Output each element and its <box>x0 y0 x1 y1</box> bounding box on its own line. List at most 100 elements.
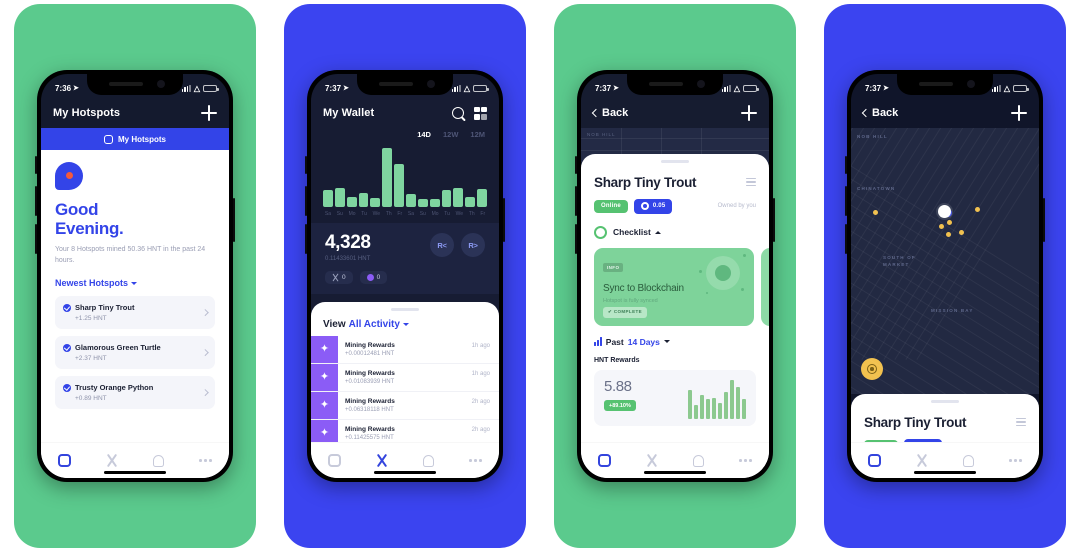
activity-time: 1h ago <box>471 370 490 377</box>
chart-bar[interactable] <box>382 147 393 207</box>
decorative-dot <box>699 269 702 273</box>
receive-button[interactable]: R< <box>430 233 454 257</box>
chart-x-label: Fr <box>480 211 486 217</box>
tab-notifications[interactable] <box>682 450 716 472</box>
tab-more[interactable] <box>999 450 1033 472</box>
list-item[interactable]: Sharp Tiny Trout +1.25 HNT <box>55 296 215 330</box>
chevron-down-icon <box>402 322 409 326</box>
add-hotspot-button[interactable] <box>201 105 217 121</box>
activity-filter[interactable]: View All Activity <box>311 311 499 336</box>
wifi-icon: △ <box>733 83 740 93</box>
chip-value: 0 <box>376 274 381 281</box>
balance-amount: 4,328 <box>325 232 371 253</box>
chip-hnt[interactable]: 0 <box>325 271 353 284</box>
menu-icon[interactable] <box>1016 418 1026 426</box>
chevron-left-icon <box>861 108 871 118</box>
segment-my-hotspots[interactable]: My Hotspots <box>41 128 229 150</box>
activity-amount: +0.00012481 HNT <box>345 350 395 357</box>
send-button[interactable]: R> <box>461 233 485 257</box>
list-item[interactable]: Glamorous Green Turtle +2.37 HNT <box>55 336 215 370</box>
tab-hotspots[interactable] <box>48 450 82 472</box>
chart-bars <box>323 145 488 207</box>
helium-x-icon <box>915 454 928 467</box>
search-icon[interactable] <box>452 107 464 119</box>
tab-wallet[interactable] <box>95 450 129 472</box>
chart-bar[interactable] <box>441 189 452 207</box>
chevron-left-icon <box>591 108 601 118</box>
verified-icon <box>63 303 71 312</box>
menu-icon[interactable] <box>746 178 756 186</box>
cellular-icon <box>991 84 1001 92</box>
back-button[interactable]: Back <box>591 107 628 119</box>
chart-bar <box>718 403 722 419</box>
chart-x-label: We <box>455 211 464 217</box>
tab-hotspots[interactable] <box>588 450 622 472</box>
range-selector[interactable]: 14D 12W 12M <box>311 128 499 139</box>
tab-wallet[interactable] <box>365 450 399 472</box>
chart-x-label: Su <box>336 211 343 217</box>
tab-notifications[interactable] <box>412 450 446 472</box>
chart-bar[interactable] <box>323 189 333 207</box>
home-indicator <box>104 471 166 474</box>
phone-frame-1: 7:36 ➤ △ My Hotspots My Hotspots Good Ev… <box>35 70 235 482</box>
chart-bar[interactable] <box>346 197 357 207</box>
wifi-icon: △ <box>463 83 470 93</box>
rewards-card[interactable]: 5.88 +89.10% <box>594 369 756 426</box>
past-range-selector[interactable]: Past 14 Days <box>594 337 756 347</box>
decorative-dot <box>706 291 708 294</box>
chart-bar[interactable] <box>334 187 345 207</box>
list-item[interactable]: ✦ Mining Rewards +0.01083939 HNT 1h ago <box>311 363 499 392</box>
tab-wallet[interactable] <box>635 450 669 472</box>
chip-dc[interactable]: 0 <box>359 271 388 284</box>
chart-bar[interactable] <box>406 193 416 207</box>
tab-more[interactable] <box>189 450 223 472</box>
segment-label: My Hotspots <box>118 134 166 144</box>
checklist-card-next[interactable] <box>761 247 769 326</box>
back-button[interactable]: Back <box>861 107 898 119</box>
tab-wallet[interactable] <box>905 450 939 472</box>
chart-bar <box>736 387 740 419</box>
chart-bar[interactable] <box>370 198 381 207</box>
past-label: Past <box>605 336 624 347</box>
tab-more[interactable] <box>729 450 763 472</box>
tab-hotspots[interactable] <box>858 450 892 472</box>
activity-amount: +0.01083939 HNT <box>345 378 395 385</box>
list-item[interactable]: ✦ Mining Rewards +0.06318118 HNT 2h ago <box>311 391 499 420</box>
bell-icon <box>153 454 164 467</box>
checklist-toggle[interactable]: Checklist <box>594 225 756 239</box>
balance-chips: 0 0 <box>325 271 388 284</box>
chart-bar[interactable] <box>453 187 464 207</box>
range-12w[interactable]: 12W <box>443 130 458 139</box>
mining-rewards-icon: ✦ <box>311 391 338 419</box>
add-hotspot-button[interactable] <box>1011 105 1027 121</box>
range-14d[interactable]: 14D <box>417 130 431 139</box>
chart-bar[interactable] <box>477 188 488 207</box>
tab-notifications[interactable] <box>142 450 176 472</box>
chart-bar[interactable] <box>465 197 476 207</box>
hotspot-badges: Online 0.05 Owned by you <box>594 198 756 214</box>
add-hotspot-button[interactable] <box>741 105 757 121</box>
decorative-dot <box>743 253 746 257</box>
chart-bar[interactable] <box>429 199 440 207</box>
tab-notifications[interactable] <box>952 450 986 472</box>
chart-bar[interactable] <box>358 192 369 207</box>
newest-hotspots-filter[interactable]: Newest Hotspots <box>55 278 215 288</box>
chart-bar[interactable] <box>394 164 405 207</box>
tab-hotspots[interactable] <box>318 450 352 472</box>
activity-time: 1h ago <box>471 342 490 349</box>
checklist-card[interactable]: INFO Sync to Blockchain Hotspot is fully… <box>594 247 754 326</box>
rewards-change-badge: +89.10% <box>604 400 636 411</box>
purple-dot-icon <box>366 274 374 281</box>
cellular-icon <box>451 84 461 92</box>
range-12m[interactable]: 12M <box>470 130 485 139</box>
hotspot-name: Trusty Orange Python <box>75 383 154 393</box>
hotspot-map[interactable]: NOB HILL CHINATOWN SOUTH OF MARKET MISSI… <box>851 128 1039 394</box>
mining-rewards-icon: ✦ <box>311 335 338 363</box>
chart-x-label: Sa <box>324 211 331 217</box>
qr-scan-icon[interactable] <box>474 106 487 120</box>
list-item[interactable]: Trusty Orange Python +0.89 HNT <box>55 376 215 410</box>
list-item[interactable]: ✦ Mining Rewards +0.00012481 HNT 1h ago <box>311 335 499 364</box>
chart-bar[interactable] <box>417 199 428 207</box>
tab-more[interactable] <box>459 450 493 472</box>
page-title: My Wallet <box>323 107 375 119</box>
